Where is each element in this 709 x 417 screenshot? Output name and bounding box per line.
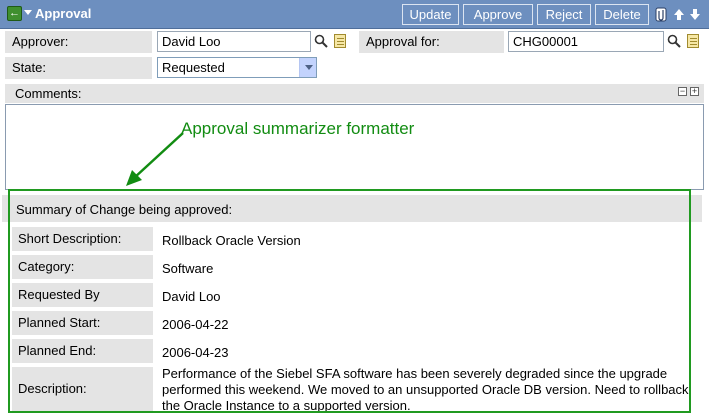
expand-icon[interactable]: +: [690, 87, 699, 96]
short-description-label: Short Description:: [12, 227, 153, 251]
back-icon[interactable]: ←: [7, 6, 22, 21]
description-label: Description:: [12, 367, 153, 411]
approval-for-lookup-icon[interactable]: [667, 34, 681, 48]
form-header: ← Approval Update Approve Reject Delete: [0, 0, 709, 29]
chevron-down-icon[interactable]: [299, 58, 316, 77]
category-label: Category:: [12, 255, 153, 279]
annotation-text: Approval summarizer formatter: [181, 119, 415, 138]
collapse-icon[interactable]: −: [678, 87, 687, 96]
approval-for-field[interactable]: CHG00001: [508, 31, 664, 52]
menu-caret-icon[interactable]: [24, 10, 32, 15]
approver-field[interactable]: David Loo: [157, 31, 311, 52]
state-select[interactable]: Requested: [157, 57, 317, 78]
arrow-down-icon[interactable]: [689, 7, 701, 22]
update-button[interactable]: Update: [402, 4, 459, 25]
comments-textarea[interactable]: [5, 104, 704, 190]
annotation-arrow-icon: [126, 132, 184, 186]
approval-for-label: Approval for:: [359, 31, 504, 53]
planned-end-value: 2006-04-23: [162, 345, 229, 360]
description-value: Performance of the Siebel SFA software h…: [162, 366, 689, 411]
arrow-up-icon[interactable]: [673, 7, 685, 22]
requested-by-label: Requested By: [12, 283, 153, 307]
reject-button[interactable]: Reject: [537, 4, 591, 25]
planned-end-label: Planned End:: [12, 339, 153, 363]
delete-button[interactable]: Delete: [595, 4, 649, 25]
category-value: Software: [162, 261, 214, 276]
form-title: Approval: [35, 6, 92, 21]
state-label: State:: [5, 57, 152, 79]
planned-start-value: 2006-04-22: [162, 317, 229, 332]
comments-label: Comments:: [5, 84, 704, 103]
approver-lookup-icon[interactable]: [314, 34, 328, 48]
requested-by-value: David Loo: [162, 289, 221, 304]
approver-reference-icon[interactable]: [334, 34, 346, 48]
state-selected-value: Requested: [162, 60, 225, 75]
attachment-icon[interactable]: [655, 7, 667, 22]
approver-label: Approver:: [5, 31, 152, 53]
planned-start-label: Planned Start:: [12, 311, 153, 335]
short-description-value: Rollback Oracle Version: [162, 233, 301, 248]
approve-button[interactable]: Approve: [463, 4, 533, 25]
approval-for-reference-icon[interactable]: [687, 34, 699, 48]
